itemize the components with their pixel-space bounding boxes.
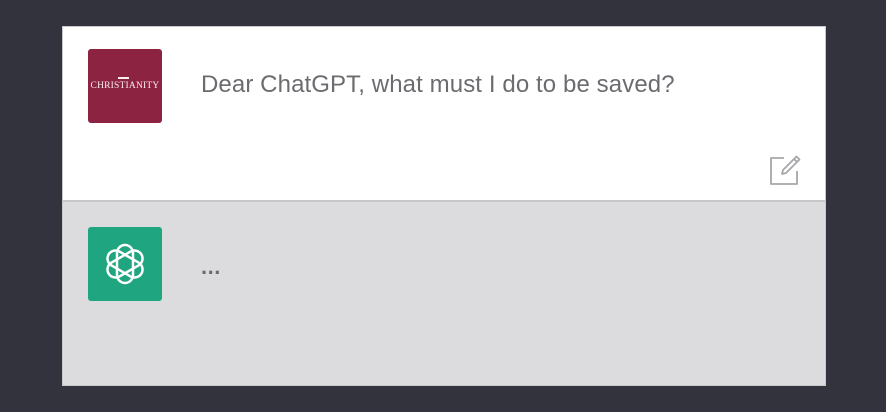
user-message-text: Dear ChatGPT, what must I do to be saved… — [201, 71, 675, 98]
openai-logo-icon — [106, 243, 144, 285]
logo-bar-mark — [117, 77, 129, 79]
assistant-typing-indicator: ... — [201, 254, 221, 279]
edit-icon[interactable] — [768, 153, 802, 187]
christianity-logo-text: CHRISTIANITY — [90, 81, 160, 91]
user-avatar: CHRISTIANITY — [88, 49, 162, 123]
assistant-avatar — [88, 227, 162, 301]
assistant-message-row: ... — [63, 202, 825, 385]
chat-thread: CHRISTIANITY Dear ChatGPT, what must I d… — [62, 26, 826, 386]
user-message-row: CHRISTIANITY Dear ChatGPT, what must I d… — [63, 27, 825, 202]
christianity-logo: CHRISTIANITY — [90, 77, 160, 91]
